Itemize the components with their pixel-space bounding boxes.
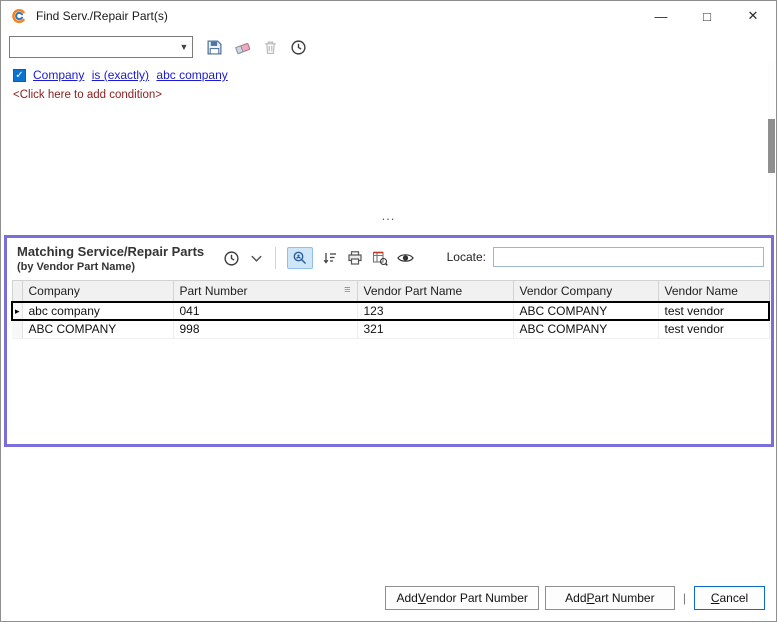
table-cell[interactable]: test vendor — [658, 302, 769, 320]
results-subtitle: (by Vendor Part Name) — [17, 261, 135, 273]
find-panel-icon — [292, 250, 308, 266]
print-icon[interactable] — [347, 250, 363, 266]
results-toolbar — [223, 246, 414, 270]
add-condition-link[interactable]: <Click here to add condition> — [13, 89, 228, 101]
search-grid-icon[interactable] — [372, 250, 388, 266]
results-title: Matching Service/Repair Parts — [17, 244, 204, 259]
footer-buttons: Add Vendor Part Number Add Part Number |… — [385, 586, 765, 610]
table-cell[interactable]: ABC COMPANY — [22, 320, 173, 338]
filter-toolbar: ▼ — [9, 36, 307, 58]
locate-label: Locate: — [447, 250, 486, 264]
chevron-down-icon[interactable] — [249, 251, 264, 266]
table-body: ▸abc company041123ABC COMPANYtest vendor… — [12, 302, 769, 338]
column-header-vendor-part-name[interactable]: Vendor Part Name — [357, 281, 513, 303]
table-cell[interactable]: 041 — [173, 302, 357, 320]
table-cell[interactable]: ABC COMPANY — [513, 302, 658, 320]
column-header-vendor-name[interactable]: Vendor Name — [658, 281, 769, 303]
window-controls: — □ ✕ — [638, 1, 776, 31]
table-header-row: CompanyPart Number≡Vendor Part NameVendo… — [12, 281, 769, 303]
delete-icon — [262, 39, 279, 56]
splitter-handle[interactable]: ... — [1, 212, 776, 226]
saved-filter-input[interactable] — [10, 38, 176, 56]
close-button[interactable]: ✕ — [730, 1, 776, 31]
saved-filter-combobox[interactable]: ▼ — [9, 36, 193, 58]
results-panel: Matching Service/Repair Parts (by Vendor… — [4, 235, 774, 447]
app-logo-icon — [11, 8, 27, 24]
minimize-button[interactable]: — — [638, 1, 684, 31]
add-part-number-button[interactable]: Add Part Number — [545, 586, 675, 610]
condition-operator-link[interactable]: is (exactly) — [92, 68, 149, 82]
save-icon[interactable] — [206, 39, 223, 56]
table-cell[interactable]: abc company — [22, 302, 173, 320]
filter-toolbar-icons — [206, 39, 307, 56]
condition-checkbox[interactable]: ✓ — [13, 69, 26, 82]
table-cell[interactable]: 123 — [357, 302, 513, 320]
maximize-button[interactable]: □ — [684, 1, 730, 31]
history-icon[interactable] — [223, 250, 240, 267]
row-selector-cell[interactable]: ▸ — [12, 302, 22, 320]
titlebar: Find Serv./Repair Part(s) — □ ✕ — [1, 1, 776, 31]
condition-value-link[interactable]: abc company — [156, 68, 227, 82]
column-header-part-number[interactable]: Part Number≡ — [173, 281, 357, 303]
toolbar-separator — [275, 247, 276, 269]
table-cell[interactable]: 321 — [357, 320, 513, 338]
column-header-vendor-company[interactable]: Vendor Company — [513, 281, 658, 303]
row-selector-header — [12, 281, 22, 303]
condition-scrollbar-thumb[interactable] — [768, 119, 775, 173]
condition-field-link[interactable]: Company — [33, 68, 84, 82]
column-header-company[interactable]: Company — [22, 281, 173, 303]
combo-dropdown-arrow-icon[interactable]: ▼ — [176, 42, 192, 52]
history-icon[interactable] — [290, 39, 307, 56]
table-cell[interactable]: ABC COMPANY — [513, 320, 658, 338]
locate-group: Locate: — [447, 247, 764, 267]
table-cell[interactable]: test vendor — [658, 320, 769, 338]
cancel-button[interactable]: Cancel — [694, 586, 765, 610]
condition-builder: ✓ Company is (exactly) abc company <Clic… — [13, 68, 228, 101]
find-panel-toggle[interactable] — [287, 247, 313, 269]
row-selector-cell[interactable] — [12, 320, 22, 338]
eraser-icon[interactable] — [234, 39, 251, 56]
table-row[interactable]: ABC COMPANY998321ABC COMPANYtest vendor — [12, 320, 769, 338]
button-separator: | — [683, 591, 686, 605]
condition-scrollbar[interactable] — [768, 63, 775, 233]
locate-input[interactable] — [493, 247, 764, 267]
find-part-dialog: Find Serv./Repair Part(s) — □ ✕ ▼ — [0, 0, 777, 622]
table-cell[interactable]: 998 — [173, 320, 357, 338]
results-table: CompanyPart Number≡Vendor Part NameVendo… — [11, 280, 770, 339]
window-title: Find Serv./Repair Part(s) — [36, 9, 168, 23]
add-vendor-part-number-button[interactable]: Add Vendor Part Number — [385, 586, 538, 610]
condition-row: ✓ Company is (exactly) abc company — [13, 68, 228, 82]
table-row[interactable]: ▸abc company041123ABC COMPANYtest vendor — [12, 302, 769, 320]
eye-icon[interactable] — [397, 252, 414, 264]
sort-icon[interactable] — [322, 250, 338, 266]
